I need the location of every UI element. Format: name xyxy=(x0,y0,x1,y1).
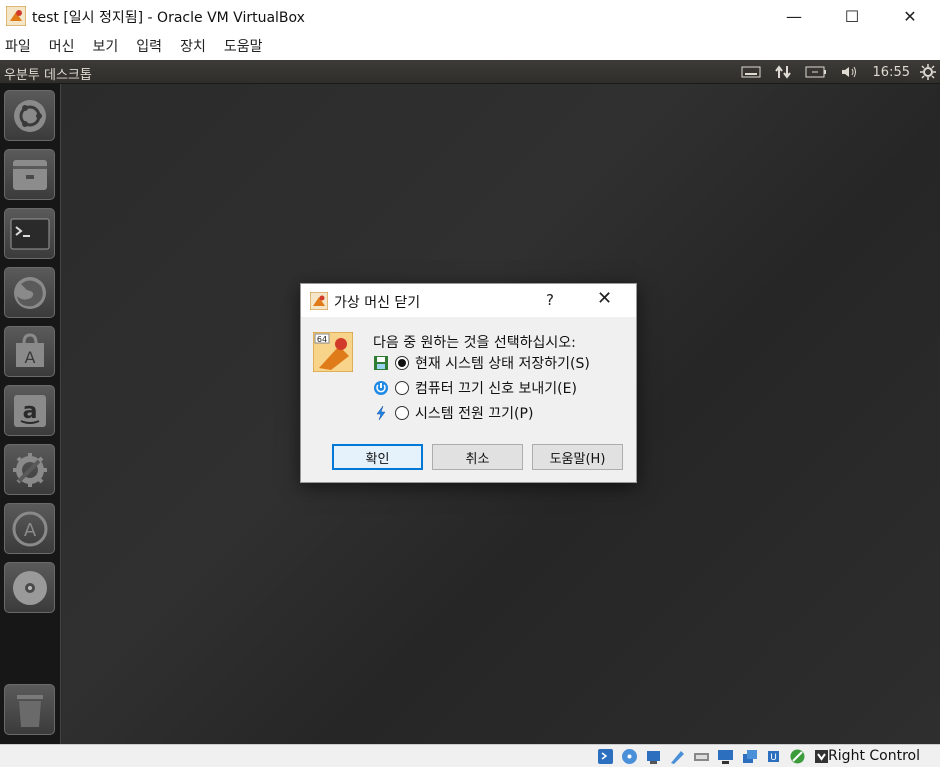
option-power-off[interactable]: 시스템 전원 끄기(P) xyxy=(373,403,533,423)
trash-icon[interactable] xyxy=(4,684,55,735)
help-button[interactable]: 도움말(H) xyxy=(532,444,623,470)
menu-help[interactable]: 도움말 xyxy=(223,34,264,58)
usb-icon[interactable] xyxy=(693,748,710,765)
dvd-icon[interactable] xyxy=(4,562,55,613)
vm-status-bar: U Right Control xyxy=(0,744,940,767)
device-indicators: U xyxy=(590,748,830,765)
firefox-icon[interactable] xyxy=(4,267,55,318)
menu-input[interactable]: 입력 xyxy=(135,34,163,58)
cpu-icon[interactable] xyxy=(789,748,806,765)
unity-launcher: A a A xyxy=(0,84,61,744)
volume-icon[interactable] xyxy=(841,65,859,79)
ubuntu-dash-icon[interactable] xyxy=(4,90,55,141)
dialog-title: 가상 머신 닫기 xyxy=(334,295,421,311)
save-state-icon xyxy=(374,356,388,370)
dialog-titlebar: 가상 머신 닫기 ? ✕ xyxy=(301,284,636,317)
virtualbox-64bit-icon: 64 xyxy=(313,332,353,372)
panel-title: 우분투 데스크톱 xyxy=(4,68,92,83)
menu-machine[interactable]: 머신 xyxy=(48,34,76,58)
option-acpi-shutdown[interactable]: 컴퓨터 끄기 신호 보내기(E) xyxy=(373,378,577,398)
maximize-button[interactable]: ☐ xyxy=(823,0,881,32)
ubuntu-top-panel: 우분투 데스크톱 16:55 xyxy=(0,60,940,84)
power-off-radio[interactable] xyxy=(395,406,409,420)
virtualbox-dialog-icon xyxy=(310,292,328,310)
software-updater-icon[interactable]: A xyxy=(4,503,55,554)
window-title: test [일시 정지됨] - Oracle VM VirtualBox xyxy=(32,10,305,26)
system-tray: 16:55 xyxy=(741,60,940,84)
menu-devices[interactable]: 장치 xyxy=(179,34,207,58)
clock[interactable]: 16:55 xyxy=(873,65,910,80)
window-titlebar: test [일시 정지됨] - Oracle VM VirtualBox — ☐… xyxy=(0,0,940,32)
power-off-label: 시스템 전원 끄기(P) xyxy=(415,406,534,422)
close-vm-dialog: 가상 머신 닫기 ? ✕ 64 다음 중 원하는 것을 선택하십시오: 현재 시… xyxy=(300,283,637,483)
svg-text:a: a xyxy=(22,399,37,424)
power-off-icon xyxy=(376,405,386,421)
network-icon[interactable] xyxy=(774,65,791,79)
audio-icon[interactable] xyxy=(645,748,662,765)
close-window-button[interactable]: ✕ xyxy=(881,0,939,32)
svg-text:A: A xyxy=(24,348,35,367)
minimize-button[interactable]: — xyxy=(765,0,823,32)
menu-view[interactable]: 보기 xyxy=(92,34,120,58)
amazon-icon[interactable]: a xyxy=(4,385,55,436)
files-icon[interactable] xyxy=(4,149,55,200)
dialog-prompt: 다음 중 원하는 것을 선택하십시오: xyxy=(373,335,576,351)
save-state-label: 현재 시스템 상태 저장하기(S) xyxy=(415,356,590,372)
ok-button[interactable]: 확인 xyxy=(332,444,423,470)
system-settings-icon[interactable] xyxy=(4,444,55,495)
host-key-label[interactable]: Right Control xyxy=(828,748,920,764)
save-state-radio[interactable] xyxy=(395,356,409,370)
menu-bar: 파일 머신 보기 입력 장치 도움말 xyxy=(0,32,940,60)
software-center-icon[interactable]: A xyxy=(4,326,55,377)
svg-text:A: A xyxy=(23,520,36,541)
acpi-shutdown-icon xyxy=(374,381,388,395)
optical-drive-icon[interactable] xyxy=(621,748,638,765)
battery-icon[interactable] xyxy=(805,66,827,78)
terminal-icon[interactable] xyxy=(4,208,55,259)
session-gear-icon[interactable] xyxy=(920,64,936,80)
network-adapter-icon[interactable] xyxy=(669,748,686,765)
recording-icon[interactable]: U xyxy=(765,748,782,765)
shared-folders-icon[interactable] xyxy=(717,748,734,765)
acpi-shutdown-label: 컴퓨터 끄기 신호 보내기(E) xyxy=(415,381,577,397)
svg-text:U: U xyxy=(770,753,777,763)
virtualbox-app-icon xyxy=(6,6,26,26)
dialog-close-button[interactable]: ✕ xyxy=(597,288,612,309)
menu-file[interactable]: 파일 xyxy=(4,34,32,58)
acpi-shutdown-radio[interactable] xyxy=(395,381,409,395)
hard-disk-icon[interactable] xyxy=(597,748,614,765)
cancel-button[interactable]: 취소 xyxy=(432,444,523,470)
keyboard-icon[interactable] xyxy=(741,66,761,78)
display-icon[interactable] xyxy=(741,748,758,765)
svg-text:64: 64 xyxy=(317,335,327,344)
option-save-state[interactable]: 현재 시스템 상태 저장하기(S) xyxy=(373,353,590,373)
dialog-help-button[interactable]: ? xyxy=(546,291,554,309)
